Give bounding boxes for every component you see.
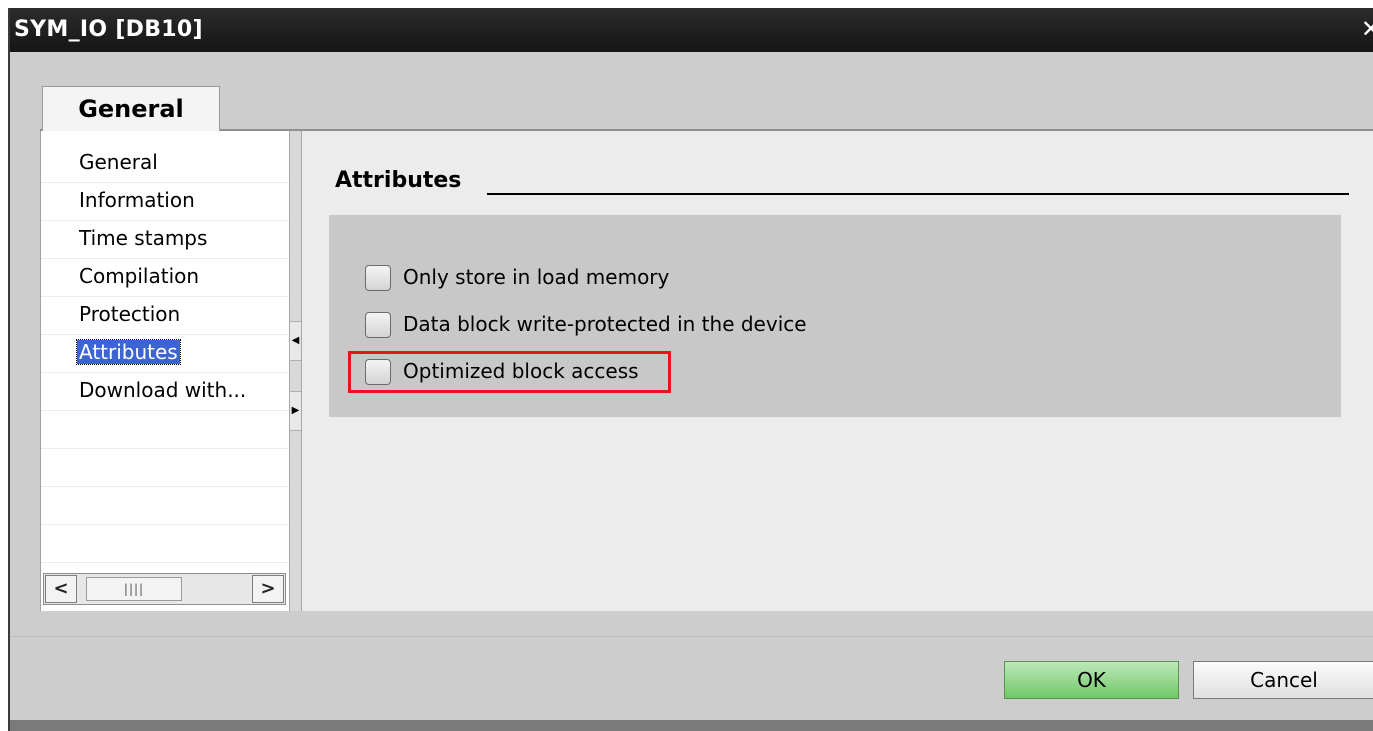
properties-dialog: SYM_IO [DB10] ✕ General General Informat… — [8, 8, 1373, 731]
nav-item-label: Download with... — [79, 378, 247, 402]
nav-item-time-stamps[interactable]: Time stamps — [41, 221, 289, 259]
footer-divider — [10, 636, 1373, 637]
nav-item-general[interactable]: General — [41, 145, 289, 183]
title-bar[interactable]: SYM_IO [DB10] ✕ — [10, 8, 1373, 52]
nav-empty-row — [41, 411, 289, 449]
highlight-box — [348, 351, 671, 393]
nav-item-label: General — [79, 150, 158, 174]
window-title: SYM_IO [DB10] — [14, 17, 203, 42]
nav-item-label: Attributes — [76, 339, 181, 365]
nav-panel: General Information Time stamps Compilat… — [41, 131, 289, 611]
section-title: Attributes — [335, 168, 462, 193]
window-bottom-edge — [10, 720, 1373, 731]
expand-right-icon[interactable]: ▶ — [290, 391, 301, 431]
panel-splitter[interactable]: ◀ ▶ — [289, 131, 302, 611]
attributes-group: Only store in load memory Data block wri… — [329, 215, 1341, 417]
nav-item-protection[interactable]: Protection — [41, 297, 289, 335]
nav-empty-row — [41, 487, 289, 525]
nav-item-label: Protection — [79, 302, 181, 326]
tab-general[interactable]: General — [42, 86, 220, 131]
nav-empty-row — [41, 449, 289, 487]
nav-item-label: Time stamps — [79, 226, 208, 250]
collapse-left-icon[interactable]: ◀ — [290, 321, 301, 361]
tab-content: General Information Time stamps Compilat… — [40, 131, 1373, 611]
nav-item-label: Compilation — [79, 264, 200, 288]
close-icon[interactable]: ✕ — [1361, 15, 1373, 43]
tab-divider — [40, 129, 1373, 131]
nav-empty-row — [41, 525, 289, 563]
checkbox-box[interactable] — [365, 312, 391, 338]
checkbox-box[interactable] — [365, 265, 391, 291]
nav-item-label: Information — [79, 188, 195, 212]
scroll-left-button[interactable]: < — [45, 575, 77, 603]
nav-item-attributes[interactable]: Attributes — [41, 335, 289, 373]
scroll-right-button[interactable]: > — [252, 575, 284, 603]
nav-item-information[interactable]: Information — [41, 183, 289, 221]
checkbox-label: Data block write-protected in the device — [403, 312, 807, 336]
nav-item-compilation[interactable]: Compilation — [41, 259, 289, 297]
cancel-button[interactable]: Cancel — [1193, 661, 1373, 699]
nav-item-download-with[interactable]: Download with... — [41, 373, 289, 411]
nav-horizontal-scrollbar[interactable]: < |||| > — [43, 573, 286, 605]
checkbox-label: Only store in load memory — [403, 265, 670, 289]
section-divider — [487, 193, 1349, 195]
ok-button[interactable]: OK — [1004, 661, 1179, 699]
scroll-thumb[interactable]: |||| — [86, 577, 182, 601]
